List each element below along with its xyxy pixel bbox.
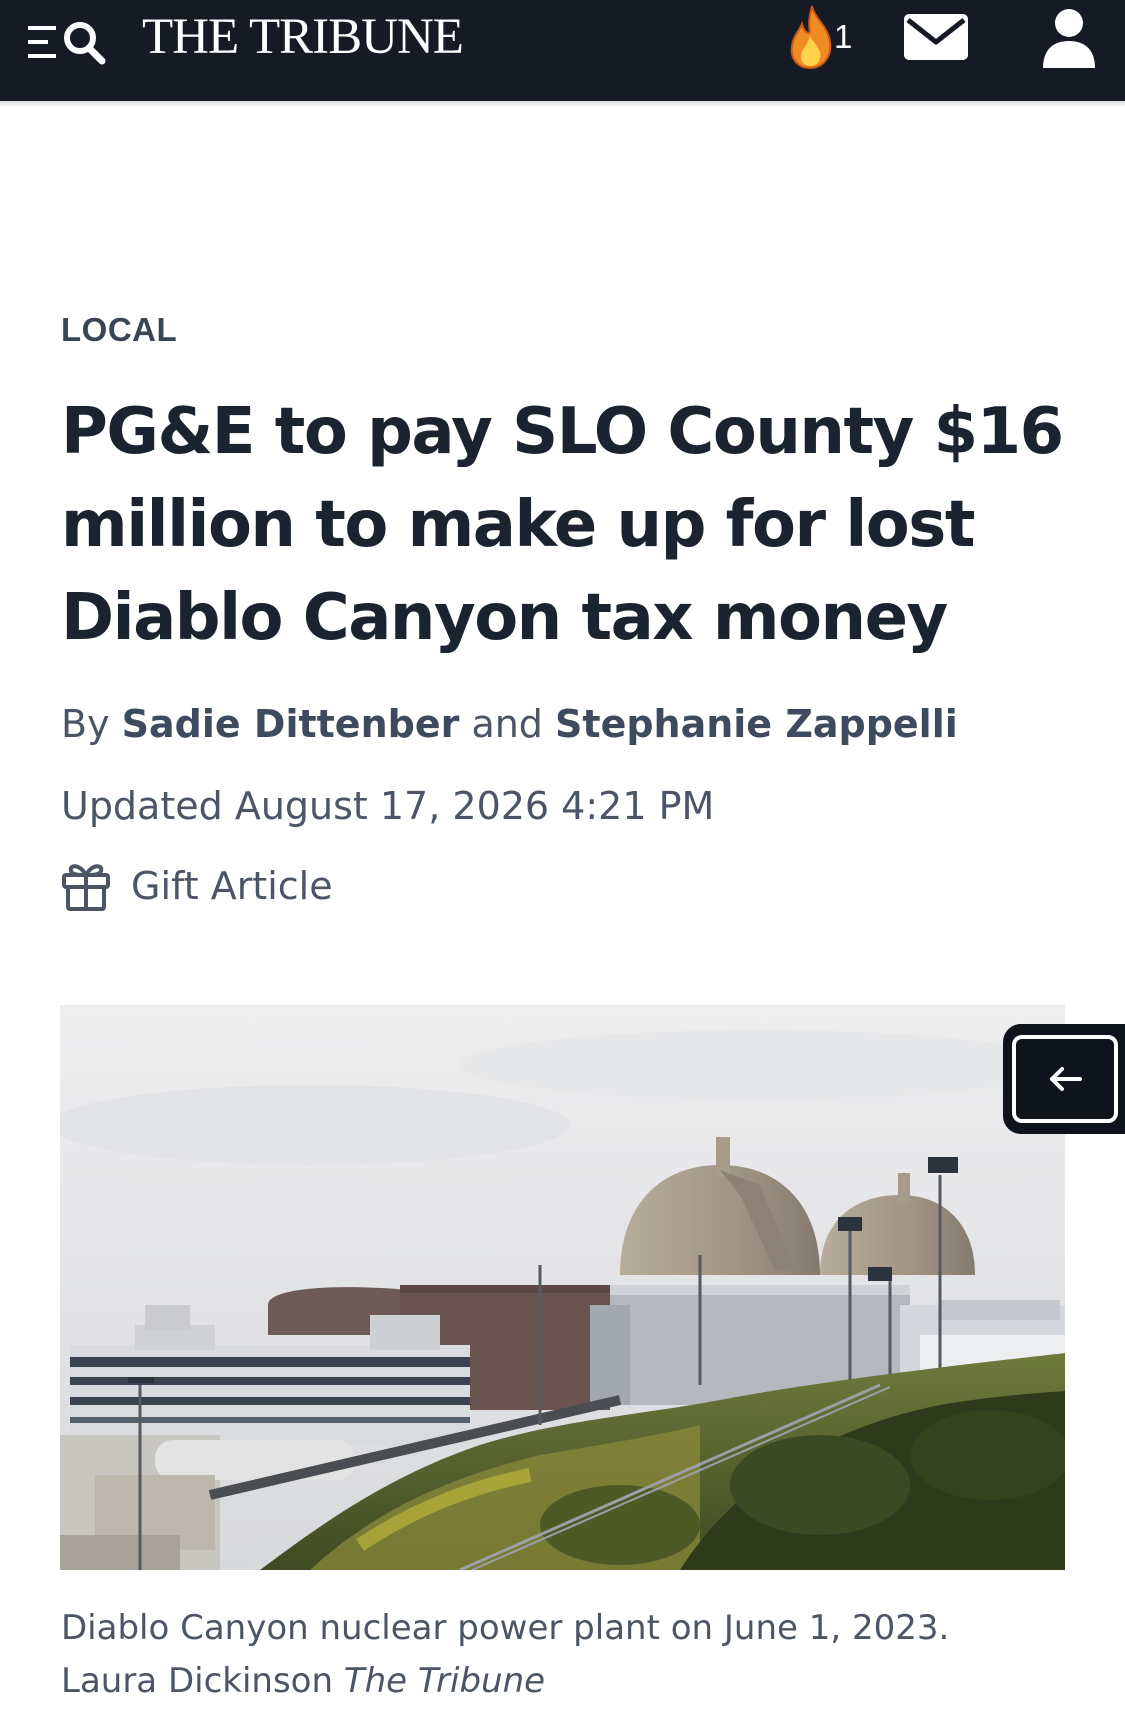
account-button[interactable] — [1041, 6, 1097, 68]
site-logo[interactable]: THE TRIBUNE — [142, 4, 464, 70]
gift-article-button[interactable]: Gift Article — [61, 856, 333, 916]
top-navigation-bar: THE TRIBUNE 1 — [0, 0, 1125, 101]
topbar-shadow — [0, 101, 1125, 107]
credit-name: Laura Dickinson — [61, 1661, 334, 1701]
back-tab-button[interactable] — [1003, 1024, 1125, 1134]
photo-caption: Diablo Canyon nuclear power plant on Jun… — [61, 1602, 1061, 1708]
caption-text: Diablo Canyon nuclear power plant on Jun… — [61, 1608, 950, 1648]
menu-search-button[interactable] — [26, 10, 116, 70]
article-photo[interactable] — [60, 1005, 1065, 1570]
gift-icon — [62, 864, 110, 911]
photo-credit: Laura Dickinson The Tribune — [61, 1655, 1061, 1708]
credit-org: The Tribune — [343, 1661, 546, 1701]
gift-article-label: Gift Article — [131, 864, 333, 908]
author-link-2[interactable]: Stephanie Zappelli — [555, 702, 958, 746]
article-headline: PG&E to pay SLO County $16 million to ma… — [61, 395, 1064, 655]
arrow-left-icon — [1050, 1067, 1082, 1091]
back-tab-frame — [1012, 1035, 1118, 1123]
user-icon — [1043, 9, 1095, 68]
byline-prefix: By — [61, 702, 110, 746]
streak-count: 1 — [834, 18, 853, 55]
updated-timestamp: Updated August 17, 2026 4:21 PM — [61, 784, 715, 828]
mail-icon — [904, 14, 968, 60]
byline: By Sadie Dittenber and Stephanie Zappell… — [61, 702, 958, 746]
mail-button[interactable] — [902, 10, 970, 64]
flame-icon — [790, 5, 832, 70]
streak-button[interactable]: 1 — [784, 2, 856, 72]
search-icon — [64, 22, 106, 65]
section-label[interactable]: LOCAL — [61, 311, 177, 349]
menu-icon — [28, 26, 56, 58]
author-link-1[interactable]: Sadie Dittenber — [122, 702, 460, 746]
byline-conjunction: and — [471, 702, 543, 746]
